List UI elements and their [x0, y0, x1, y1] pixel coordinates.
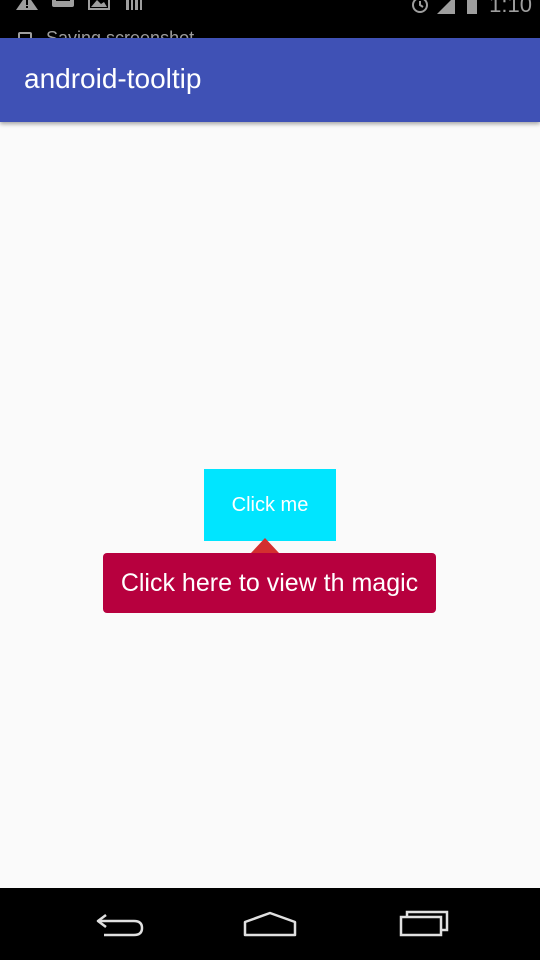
navigation-bar: [0, 888, 540, 960]
warning-icon: [16, 0, 38, 10]
message-icon: [52, 0, 74, 7]
status-notification-icons: [16, 0, 146, 10]
tooltip-text: Click here to view th magic: [120, 568, 419, 597]
notification-row: Saving screenshot: [18, 28, 194, 38]
recents-button[interactable]: [390, 906, 454, 942]
status-time: 1:10: [489, 0, 532, 17]
signal-icon: [437, 0, 456, 14]
image-icon: [88, 0, 110, 10]
screen: 1:10 Saving screenshot android-tooltip C…: [0, 0, 540, 960]
recents-icon: [399, 910, 449, 937]
click-me-button[interactable]: Click me: [204, 469, 336, 541]
home-icon: [243, 911, 297, 937]
home-button[interactable]: [238, 906, 302, 942]
back-icon: [96, 914, 144, 937]
notification-text: Saving screenshot: [46, 28, 195, 38]
alarm-icon: [412, 0, 429, 13]
app-title: android-tooltip: [24, 63, 202, 94]
battery-icon: [467, 0, 478, 14]
tooltip: Click here to view th magic: [103, 553, 436, 613]
status-system-icons: 1:10: [411, 0, 532, 18]
tooltip-arrow: [251, 538, 279, 553]
main-content: Click me Click here to view th magic: [0, 122, 540, 888]
back-button[interactable]: [88, 906, 152, 942]
app-bar: android-tooltip: [0, 38, 540, 122]
barcode-icon: [126, 0, 142, 10]
status-bar: 1:10 Saving screenshot: [0, 0, 540, 38]
